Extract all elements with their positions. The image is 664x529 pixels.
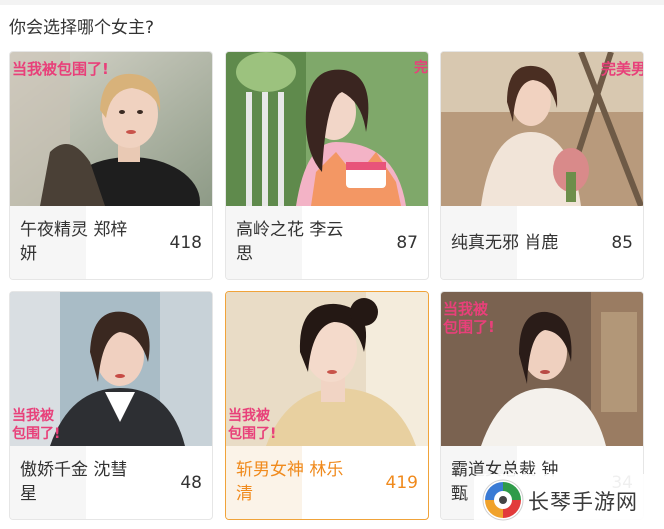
poll-option-1[interactable]: 当我被包围了! 午夜精灵 郑梓妍 418 (9, 51, 213, 280)
vote-count: 85 (611, 233, 633, 253)
option-photo: 当我被包围了! (10, 52, 212, 206)
poster-badge-text: 当我被包围了! (12, 60, 109, 78)
top-divider (0, 0, 664, 5)
option-name: 纯真无邪 肖鹿 (451, 233, 559, 253)
watermark-text: 长琴手游网 (528, 490, 638, 514)
option-photo: 完 (226, 52, 428, 206)
poll-option-5[interactable]: 当我被 包围了! 斩男女神 林乐清 419 (225, 291, 429, 520)
option-photo: 完美男女 (441, 52, 643, 206)
vote-count: 419 (385, 473, 418, 493)
site-logo-icon (482, 479, 524, 525)
svg-text:当我被: 当我被 (228, 407, 271, 424)
option-photo: 当我被 包围了! (226, 292, 428, 446)
vote-count: 418 (169, 233, 202, 253)
svg-text:完: 完 (414, 59, 428, 76)
svg-text:当我被: 当我被 (443, 300, 489, 318)
poll-option-3[interactable]: 完美男女 纯真无邪 肖鹿 85 (440, 51, 644, 280)
option-photo: 当我被 包围了! (441, 292, 643, 446)
svg-text:包围了!: 包围了! (443, 318, 495, 336)
option-name: 斩男女神 林乐清 (236, 460, 344, 504)
option-name: 傲娇千金 沈彗星 (20, 460, 128, 504)
svg-text:包围了!: 包围了! (228, 425, 276, 442)
poll-question: 你会选择哪个女主? (9, 18, 155, 38)
svg-text:当我被: 当我被 (12, 407, 55, 424)
svg-text:包围了!: 包围了! (12, 425, 60, 442)
option-name: 高岭之花 李云思 (236, 220, 344, 264)
option-photo: 当我被 包围了! (10, 292, 212, 446)
svg-text:完美男女: 完美男女 (601, 60, 643, 78)
vote-count: 48 (180, 473, 202, 493)
site-watermark: 长琴手游网 (474, 474, 664, 529)
poll-option-4[interactable]: 当我被 包围了! 傲娇千金 沈彗星 48 (9, 291, 213, 520)
option-name: 午夜精灵 郑梓妍 (20, 220, 128, 264)
poll-option-2[interactable]: 完 高岭之花 李云思 87 (225, 51, 429, 280)
vote-count: 87 (396, 233, 418, 253)
